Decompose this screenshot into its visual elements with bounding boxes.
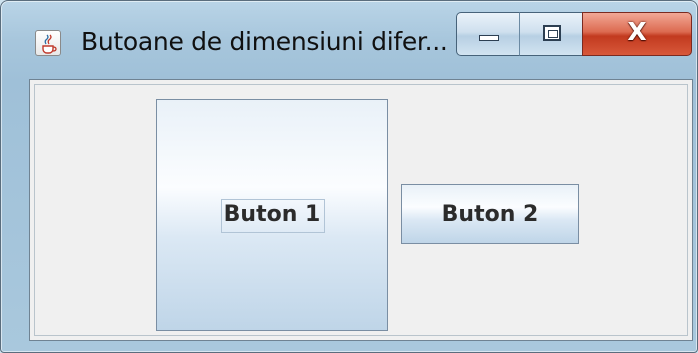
java-cup-icon[interactable] — [35, 30, 61, 56]
close-button[interactable]: X — [582, 12, 692, 56]
minimize-icon — [479, 35, 499, 41]
button-1[interactable]: Buton 1 — [156, 99, 388, 331]
button-1-label: Buton 1 — [223, 202, 321, 227]
button-2[interactable]: Buton 2 — [401, 184, 579, 244]
content-panel-inner: Buton 1 Buton 2 — [34, 84, 688, 336]
minimize-button[interactable] — [456, 12, 520, 56]
close-icon: X — [627, 17, 647, 46]
button-2-label: Buton 2 — [441, 202, 539, 227]
maximize-button[interactable] — [519, 12, 583, 56]
window-title: Butoane de dimensiuni difer... — [81, 27, 448, 56]
maximize-icon — [543, 25, 561, 41]
content-panel: Buton 1 Buton 2 — [29, 79, 693, 341]
title-bar[interactable]: Butoane de dimensiuni difer... X — [1, 1, 698, 79]
application-window: Butoane de dimensiuni difer... X Buton 1… — [0, 0, 698, 353]
